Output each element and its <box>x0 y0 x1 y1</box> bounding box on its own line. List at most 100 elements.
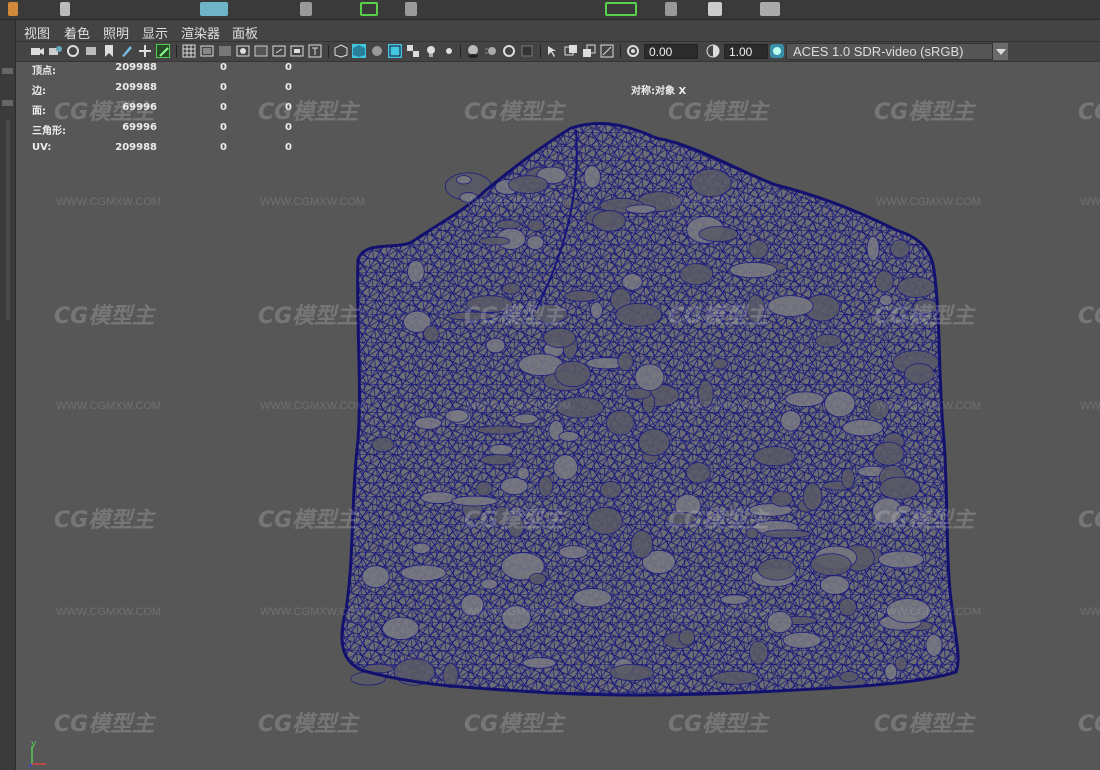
tool-button[interactable] <box>2 100 13 106</box>
camera-icon[interactable] <box>30 44 44 58</box>
shelf-icon[interactable] <box>708 2 722 16</box>
mesh-pebble <box>478 236 511 246</box>
grid-icon[interactable] <box>182 44 196 58</box>
mesh-pebble <box>746 294 766 324</box>
hud-row-selected: 0 <box>220 102 227 113</box>
gate-mask-icon[interactable] <box>236 44 250 58</box>
chevron-down-icon[interactable] <box>992 43 1008 60</box>
two-d-pan-icon[interactable] <box>138 44 152 58</box>
mesh-pebble <box>872 441 905 466</box>
mesh-pebble <box>711 670 760 685</box>
wireframe-on-shaded-icon[interactable] <box>388 44 402 58</box>
mesh-pebble <box>679 263 714 286</box>
mesh-pebble <box>455 175 472 185</box>
mesh-pebble <box>877 550 925 569</box>
text-icon[interactable] <box>308 44 322 58</box>
shelf-icon[interactable] <box>760 2 780 16</box>
mesh-pebble <box>592 210 626 232</box>
field-chart-icon[interactable] <box>254 44 268 58</box>
smooth-shade-icon[interactable] <box>352 44 366 58</box>
mesh-pebble <box>868 399 890 420</box>
menu-renderer[interactable]: 渲染器 <box>181 23 220 42</box>
hud-row-total: 209988 <box>115 82 157 93</box>
mesh-pebble <box>516 466 530 480</box>
shelf-icon[interactable] <box>60 2 70 16</box>
anti-aliasing-icon[interactable] <box>502 44 516 58</box>
resolution-gate-icon[interactable] <box>218 44 232 58</box>
mesh-pebble <box>414 416 443 430</box>
shelf-icon[interactable] <box>200 2 228 16</box>
hud-row-label: 边: <box>32 86 46 97</box>
mesh-pebble <box>501 605 532 631</box>
menu-shading[interactable]: 着色 <box>64 23 90 42</box>
mesh-pebble <box>564 290 600 302</box>
left-toolbox <box>0 20 16 770</box>
camera-attributes-icon[interactable] <box>66 44 80 58</box>
mesh-pebble <box>697 379 714 409</box>
menu-panels[interactable]: 面板 <box>232 23 258 42</box>
shelf-icon[interactable] <box>300 2 312 16</box>
film-gate-icon[interactable] <box>200 44 214 58</box>
shelf-icon[interactable] <box>405 2 417 16</box>
xray-components-icon[interactable] <box>600 44 614 58</box>
mesh-pebble <box>625 204 657 214</box>
mesh-pebble <box>617 351 634 372</box>
camera-lock-icon[interactable] <box>48 44 62 58</box>
view-transform-select[interactable]: ACES 1.0 SDR-video (sRGB) <box>786 43 1008 60</box>
exposure-field[interactable]: 0.00 <box>644 44 698 59</box>
menu-show[interactable]: 显示 <box>142 23 168 42</box>
mesh-pebble <box>382 616 420 641</box>
color-management-icon[interactable] <box>770 44 784 58</box>
hud-row-selected-objects: 0 <box>285 142 292 153</box>
mesh-pebble <box>678 628 696 646</box>
image-plane-icon[interactable] <box>84 44 98 58</box>
mesh-pebble <box>371 436 395 453</box>
mesh-pebble <box>634 363 665 392</box>
hud-row-selected-objects: 0 <box>285 82 292 93</box>
menu-view[interactable]: 视图 <box>24 23 50 42</box>
mesh-pebble <box>495 219 521 230</box>
snap-icon[interactable] <box>605 2 637 16</box>
mesh-pebble <box>527 219 545 232</box>
mesh-pebble <box>361 565 390 589</box>
mesh-pebble <box>543 327 576 349</box>
textured-icon[interactable] <box>406 44 420 58</box>
mesh-pebble <box>753 446 796 467</box>
mesh-pebble <box>912 298 939 314</box>
mesh-pebble <box>630 529 654 559</box>
menu-lighting[interactable]: 照明 <box>103 23 129 42</box>
toolbox-scrollbar[interactable] <box>6 120 10 320</box>
snap-icon[interactable] <box>360 2 378 16</box>
axis-y-label: y <box>31 739 37 749</box>
exposure-icon[interactable] <box>626 44 640 58</box>
xray-joints-icon[interactable] <box>582 44 596 58</box>
bookmark-icon[interactable] <box>102 44 116 58</box>
shelf-icon[interactable] <box>8 2 18 16</box>
mesh-pebble <box>465 295 514 313</box>
mesh-pebble <box>480 454 515 466</box>
isolate-select-icon[interactable] <box>546 44 560 58</box>
shadows-icon[interactable] <box>442 44 456 58</box>
xray-icon[interactable] <box>564 44 578 58</box>
depth-of-field-icon[interactable] <box>520 44 534 58</box>
grease-pencil-active-icon[interactable] <box>156 44 170 58</box>
safe-title-icon[interactable] <box>290 44 304 58</box>
gamma-field[interactable]: 1.00 <box>724 44 768 59</box>
tool-button[interactable] <box>2 68 13 74</box>
grease-pencil-icon[interactable] <box>120 44 134 58</box>
hud-row-label: 三角形: <box>32 126 66 137</box>
mesh-pebble <box>896 504 913 514</box>
lights-icon[interactable] <box>424 44 438 58</box>
gamma-icon[interactable] <box>706 44 720 58</box>
wireframe-icon[interactable] <box>334 44 348 58</box>
ambient-occlusion-icon[interactable] <box>466 44 480 58</box>
default-material-icon[interactable] <box>370 44 384 58</box>
viewport-panel[interactable]: CG模型主CG模型主CG模型主CG模型主CG模型主CG模型主CG模型主CG模型主… <box>16 20 1100 770</box>
mesh-pebble <box>885 598 931 624</box>
motion-blur-icon[interactable] <box>484 44 498 58</box>
hud-row-selected-objects: 0 <box>285 102 292 113</box>
safe-action-icon[interactable] <box>272 44 286 58</box>
shelf-icon[interactable] <box>665 2 677 16</box>
hud-row-selected-objects: 0 <box>285 122 292 133</box>
mesh-pebble <box>507 175 549 194</box>
